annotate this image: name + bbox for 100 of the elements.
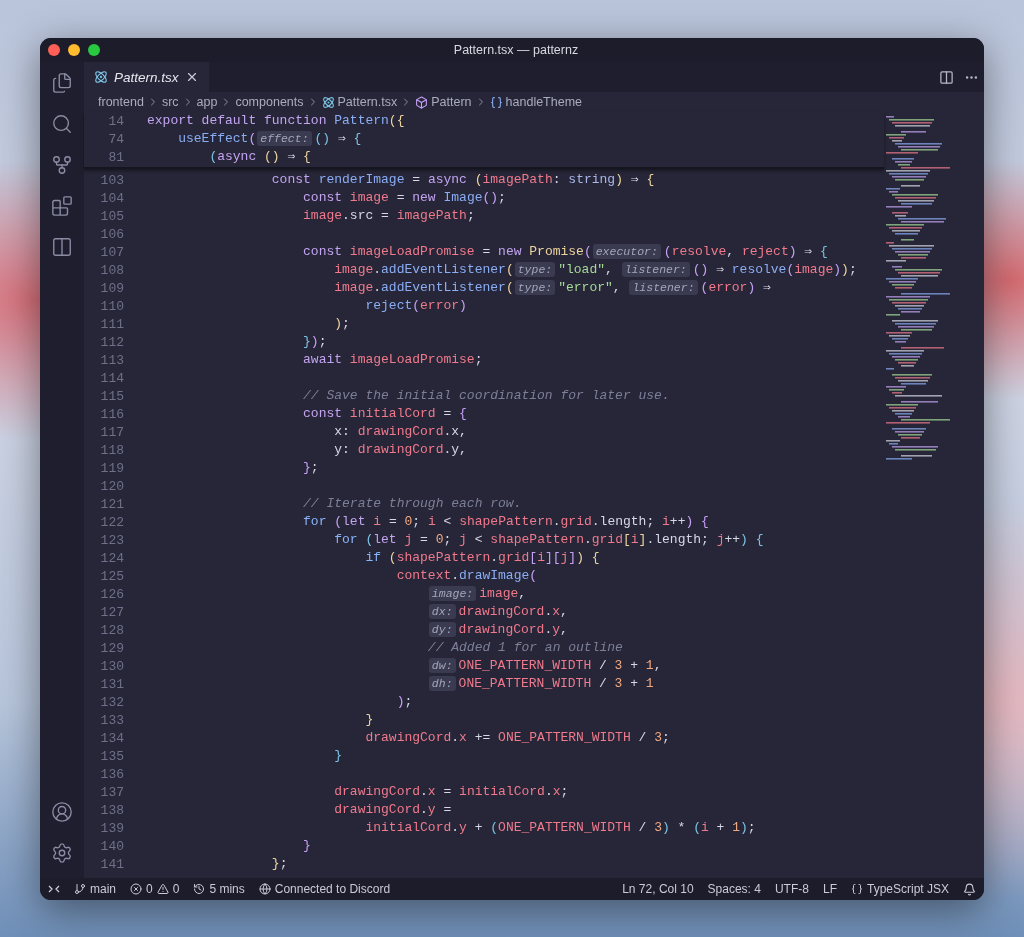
react-atom-icon <box>321 95 335 109</box>
code-line: const initialCord = { <box>302 405 467 423</box>
code-line: await imageLoadPromise; <box>302 351 483 369</box>
line-number: 108 <box>99 262 124 278</box>
code-line: image.src = imagePath; <box>302 207 475 225</box>
line-number: 115 <box>99 388 124 404</box>
line-number: 119 <box>99 460 124 476</box>
line-number: 132 <box>99 694 124 710</box>
breadcrumb-item[interactable]: src <box>161 95 179 109</box>
line-number: 129 <box>99 640 124 656</box>
line-number: 138 <box>99 802 124 818</box>
line-number: 81 <box>107 149 124 165</box>
code-line: }); <box>302 333 327 351</box>
extensions-icon[interactable] <box>51 195 73 217</box>
indentation-button[interactable]: Spaces: 4 <box>707 882 761 896</box>
code-line: (async () ⇒ { <box>208 148 311 166</box>
line-number: 140 <box>99 838 124 854</box>
problems-button[interactable]: 0 0 <box>130 882 180 896</box>
line-number: 127 <box>99 604 124 620</box>
time-button[interactable]: 5 mins <box>193 882 245 896</box>
line-number: 111 <box>99 316 124 332</box>
line-number: 136 <box>99 766 124 782</box>
code-line: initialCord.y + (ONE_PATTERN_WIDTH / 3) * (i + 1); <box>364 819 756 837</box>
encoding-button[interactable]: UTF-8 <box>774 882 809 896</box>
line-number: 104 <box>99 190 124 206</box>
remote-button[interactable] <box>48 883 60 895</box>
line-number: 113 <box>99 352 124 368</box>
code-line: }; <box>270 855 288 873</box>
line-number: 122 <box>99 514 124 530</box>
code-line: dh: ONE_PATTERN_WIDTH / 3 + 1 <box>147 675 654 693</box>
code-line: const renderImage = async (imagePath: string) ⇒ { <box>270 171 655 189</box>
code-line: dy: drawingCord.y, <box>147 621 568 639</box>
bell-icon <box>963 882 976 896</box>
line-number: 126 <box>99 586 124 602</box>
source-control-icon[interactable] <box>51 154 73 176</box>
line-number: 120 <box>99 478 124 494</box>
line-number: 124 <box>99 550 124 566</box>
code-line: image.addEventListener( type: "load", listener: () ⇒ resolve(image)); <box>333 261 857 279</box>
line-number: 125 <box>99 568 124 584</box>
line-number: 123 <box>99 532 124 548</box>
minimize-button[interactable] <box>68 44 80 56</box>
line-number: 128 <box>99 622 124 638</box>
cursor-position[interactable]: Ln 72, Col 10 <box>622 882 694 896</box>
line-number: 121 <box>99 496 124 512</box>
code-line: dw: ONE_PATTERN_WIDTH / 3 + 1, <box>147 657 662 675</box>
line-ending-button[interactable]: LF <box>822 882 837 896</box>
code-line: drawingCord.x = initialCord.x; <box>333 783 569 801</box>
line-number: 14 <box>107 113 124 129</box>
error-icon <box>130 883 142 895</box>
code-line: for (let j = 0; j < shapePattern.grid[i].length; j++) { <box>333 531 764 549</box>
code-line: // Save the initial coordination for later use. <box>302 387 670 405</box>
remote-icon <box>48 883 60 895</box>
globe-icon <box>258 883 271 895</box>
code-line: const image = new Image(); <box>302 189 506 207</box>
code-line: } <box>333 747 343 765</box>
split-editor-icon[interactable] <box>939 69 954 85</box>
code-line: y: drawingCord.y, <box>333 441 467 459</box>
code-line: ); <box>333 315 350 333</box>
line-number: 109 <box>99 280 124 296</box>
breadcrumb-item[interactable]: Pattern <box>431 95 472 109</box>
settings-icon[interactable] <box>51 842 73 864</box>
code-line: drawingCord.y = <box>333 801 452 819</box>
code-line: image: image, <box>147 585 527 603</box>
code-line: }; <box>302 459 319 477</box>
cube-icon <box>415 95 429 109</box>
code-line: useEffect( effect: () ⇒ { <box>177 130 362 148</box>
account-icon[interactable] <box>51 801 73 823</box>
code-line: // Added 1 for an outline <box>426 639 623 657</box>
line-number: 110 <box>99 298 124 314</box>
presence-button[interactable]: Connected to Discord <box>258 882 391 896</box>
line-number: 139 <box>99 820 124 836</box>
breadcrumb-item[interactable]: components <box>235 95 304 109</box>
maximize-button[interactable] <box>88 44 100 56</box>
code-line: const imageLoadPromise = new Promise( executor: (resolve, reject) ⇒ { <box>302 243 828 261</box>
window-title: Pattern.tsx — patternz <box>453 43 579 57</box>
panels-icon[interactable] <box>51 236 73 258</box>
search-icon[interactable] <box>51 113 73 135</box>
language-button[interactable]: TypeScript JSX <box>850 882 949 896</box>
line-number: 74 <box>107 131 124 147</box>
react-atom-icon <box>94 70 108 84</box>
files-icon[interactable] <box>51 72 73 94</box>
breadcrumb-item[interactable]: frontend <box>98 95 144 109</box>
history-icon <box>193 883 206 895</box>
close-button[interactable] <box>48 44 60 56</box>
braces-icon <box>850 883 863 895</box>
code-line: } <box>302 837 311 855</box>
code-line: } <box>364 711 374 729</box>
line-number: 116 <box>99 406 124 422</box>
breadcrumb-item[interactable]: handleTheme <box>505 95 583 109</box>
code-line: image.addEventListener( type: "error", listener: (error) ⇒ <box>333 279 771 297</box>
breadcrumb-item[interactable]: app <box>196 95 218 109</box>
line-number: 133 <box>99 712 124 728</box>
notifications-button[interactable] <box>963 882 976 896</box>
breadcrumb-item[interactable]: Pattern.tsx <box>337 95 398 109</box>
line-number: 118 <box>99 442 124 458</box>
line-number: 112 <box>99 334 124 350</box>
branch-button[interactable]: main <box>74 882 116 896</box>
editor-tab[interactable]: Pattern.tsx <box>84 62 209 92</box>
code-line: drawingCord.x += ONE_PATTERN_WIDTH / 3; <box>364 729 670 747</box>
code-line: for (let i = 0; i < shapePattern.grid.length; i++) { <box>302 513 709 531</box>
